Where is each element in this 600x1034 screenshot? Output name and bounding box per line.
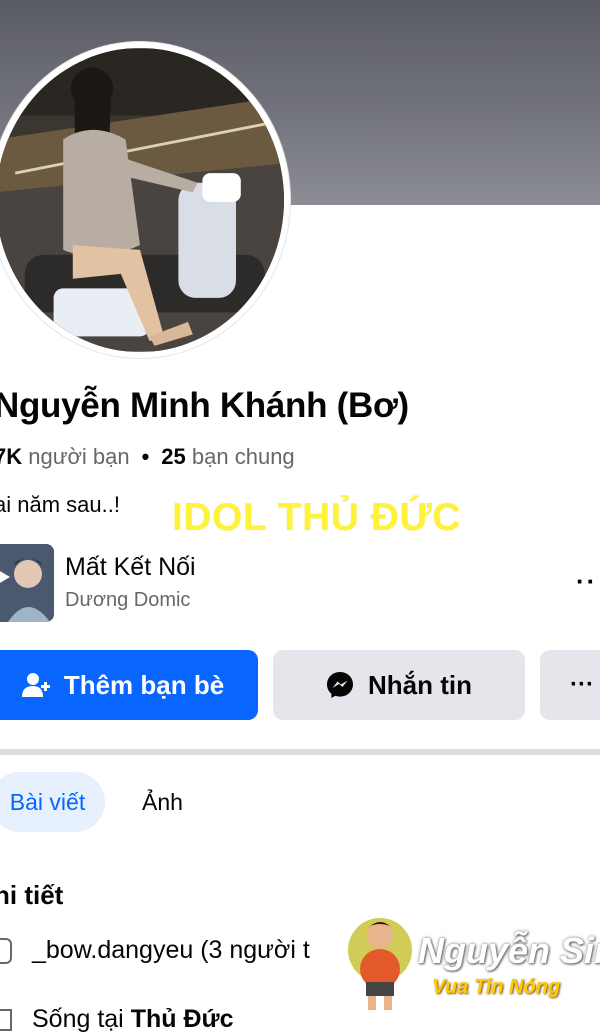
music-title[interactable]: Mất Kết Nối [65, 553, 196, 582]
more-options-button[interactable]: ··· [540, 650, 600, 720]
friends-count[interactable]: 7K [0, 444, 22, 469]
friends-label[interactable]: người bạn [28, 444, 129, 469]
instagram-text: _bow.dangyeu (3 người t [32, 936, 310, 964]
add-friend-button[interactable]: Thêm bạn bè [0, 650, 258, 720]
instagram-icon [0, 937, 12, 964]
profile-bio: ai năm sau..! [0, 492, 120, 517]
profile-avatar[interactable] [0, 42, 290, 358]
tab-photos[interactable]: Ảnh [142, 789, 183, 816]
music-cover[interactable] [0, 544, 54, 622]
messenger-icon [327, 672, 353, 698]
profile-name: Nguyễn Minh Khánh (Bơ) [0, 386, 409, 425]
details-title: hi tiết [0, 880, 64, 910]
music-more-icon[interactable]: ·· [576, 566, 597, 597]
lives-place: Thủ Đức [130, 1005, 234, 1033]
story-overlay-text: IDOL THỦ ĐỨC [172, 496, 461, 539]
tab-posts[interactable]: Bài viết [0, 772, 105, 832]
more-icon: ··· [570, 671, 594, 698]
music-cover-art [0, 544, 54, 622]
instagram-detail-row[interactable]: _bow.dangyeu (3 người t [0, 936, 310, 965]
add-friend-label: Thêm bạn bè [63, 669, 225, 700]
message-label: Nhắn tin [368, 669, 472, 700]
avatar-photo [0, 48, 284, 352]
separator-dot: • [141, 444, 150, 469]
add-friend-icon [21, 673, 50, 697]
message-button[interactable]: Nhắn tin [273, 650, 525, 720]
music-artist[interactable]: Dương Domic [65, 589, 190, 612]
watermark-name: Nguyễn Sin [418, 930, 600, 971]
watermark-subtitle: Vua Tin Nóng [432, 976, 561, 998]
lives-in-text: Sống tại Thủ Đức [32, 1005, 234, 1034]
lives-in-detail-row[interactable]: Sống tại Thủ Đức [0, 1005, 234, 1034]
mutual-count[interactable]: 25 [161, 444, 185, 469]
watermark-mascot-icon [344, 914, 416, 1014]
mutual-label[interactable]: bạn chung [192, 444, 295, 469]
profile-stats: 7K người bạn • 25 bạn chung [0, 444, 295, 470]
section-divider [0, 749, 600, 755]
lives-prefix: Sống tại [32, 1005, 124, 1033]
tab-posts-label: Bài viết [9, 788, 86, 815]
home-icon [0, 1008, 12, 1031]
